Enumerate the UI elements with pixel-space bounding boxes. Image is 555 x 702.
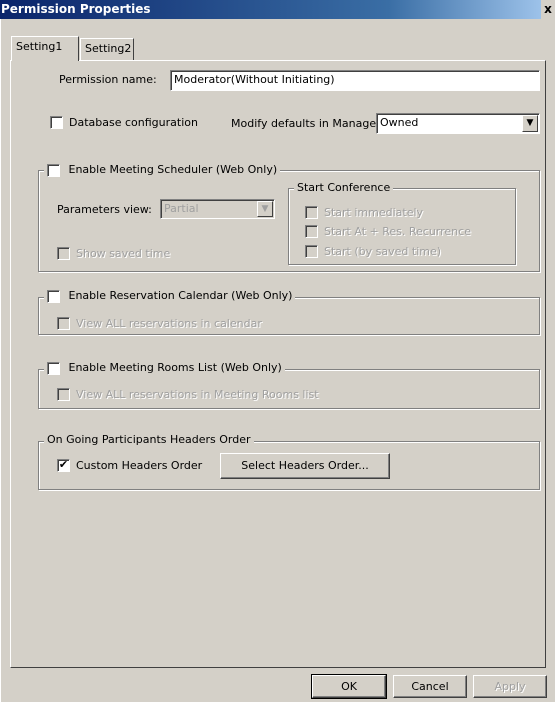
meeting-scheduler-legend: Enable Meeting Scheduler (Web Only)	[44, 163, 281, 177]
view-all-calendar-checkbox[interactable]	[57, 317, 70, 330]
cancel-button[interactable]: Cancel	[393, 675, 467, 698]
modify-defaults-select[interactable]: Owned ▼	[376, 113, 540, 134]
database-configuration-checkbox[interactable]	[50, 116, 63, 129]
permission-name-input[interactable]: Moderator(Without Initiating)	[170, 70, 540, 91]
tab-setting2-label: Setting2	[85, 42, 132, 55]
start-immediately-checkbox[interactable]	[305, 206, 318, 219]
custom-headers-order-checkbox[interactable]: ✔	[57, 459, 70, 472]
tab-setting1-label: Setting1	[16, 40, 63, 53]
title-bar: Permission Properties	[0, 0, 555, 19]
modify-defaults-value: Owned	[380, 116, 419, 129]
meeting-scheduler-checkbox[interactable]	[47, 163, 60, 177]
select-headers-order-button[interactable]: Select Headers Order...	[220, 453, 390, 479]
parameters-view-value: Partial	[164, 202, 199, 215]
show-saved-time-checkbox[interactable]	[57, 247, 70, 260]
start-at-recurrence-checkbox[interactable]	[305, 225, 318, 238]
meeting-scheduler-label: Enable Meeting Scheduler (Web Only)	[68, 163, 278, 176]
ok-button[interactable]: OK	[311, 674, 387, 699]
start-by-saved-time-checkbox[interactable]	[305, 245, 318, 258]
show-saved-time-label: Show saved time	[76, 247, 171, 260]
permission-name-value: Moderator(Without Initiating)	[174, 73, 335, 86]
parameters-view-label: Parameters view:	[57, 203, 152, 216]
apply-button[interactable]: Apply	[473, 675, 547, 698]
chevron-down-icon[interactable]: ▼	[257, 201, 273, 217]
start-by-saved-time-label: Start (by saved time)	[324, 245, 442, 258]
view-all-rooms-label: View ALL reservations in Meeting Rooms l…	[76, 388, 319, 401]
window-frame	[0, 19, 1, 702]
window-title: Permission Properties	[1, 2, 151, 16]
tab-setting2[interactable]: Setting2	[80, 38, 134, 60]
view-all-calendar-label: View ALL reservations in calendar	[76, 317, 262, 330]
view-all-rooms-checkbox[interactable]	[57, 388, 70, 401]
start-conference-legend: Start Conference	[294, 181, 394, 194]
chevron-down-icon[interactable]: ▼	[522, 115, 538, 132]
start-immediately-label: Start immediately	[324, 206, 424, 219]
database-configuration-label: Database configuration	[69, 116, 198, 129]
permission-name-label: Permission name:	[59, 73, 157, 86]
start-at-recurrence-label: Start At + Res. Recurrence	[324, 225, 471, 238]
parameters-view-select[interactable]: Partial ▼	[160, 199, 275, 219]
meeting-rooms-legend: Enable Meeting Rooms List (Web Only)	[44, 361, 285, 375]
meeting-rooms-checkbox[interactable]	[47, 361, 60, 375]
reservation-calendar-label: Enable Reservation Calendar (Web Only)	[68, 289, 293, 302]
headers-order-legend: On Going Participants Headers Order	[44, 433, 254, 446]
custom-headers-order-label: Custom Headers Order	[76, 459, 203, 472]
tab-setting1[interactable]: Setting1	[11, 36, 79, 61]
meeting-rooms-label: Enable Meeting Rooms List (Web Only)	[68, 361, 282, 374]
close-icon[interactable]: x	[541, 0, 555, 19]
checkmark-icon: ✔	[58, 458, 69, 471]
reservation-calendar-checkbox[interactable]	[47, 289, 60, 303]
reservation-calendar-legend: Enable Reservation Calendar (Web Only)	[44, 289, 296, 303]
modify-defaults-label: Modify defaults in Manager:	[231, 117, 385, 130]
